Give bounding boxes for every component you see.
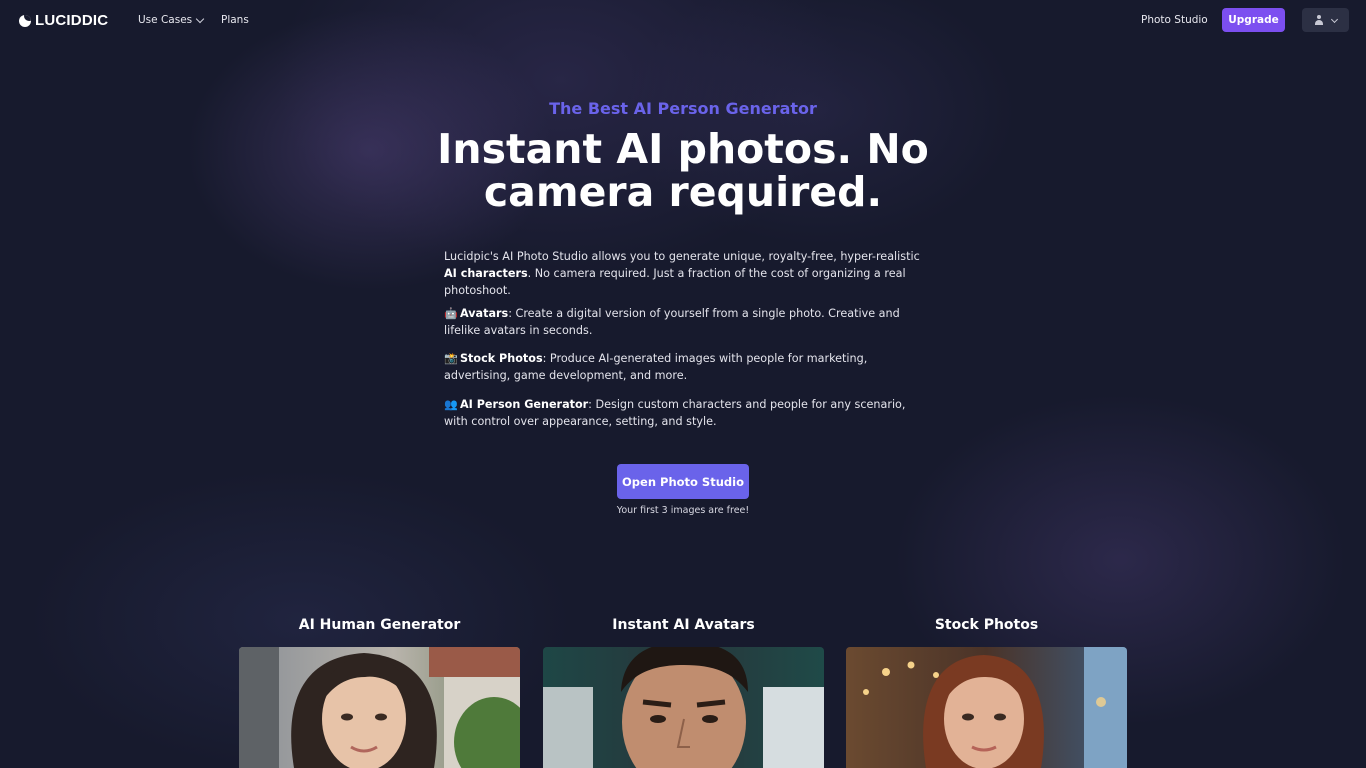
card-image-instant-ai-avatars[interactable] bbox=[543, 647, 824, 768]
hero-eyebrow: The Best AI Person Generator bbox=[549, 99, 817, 118]
chevron-down-icon bbox=[1330, 15, 1339, 23]
top-navbar: LUCIDDIC Use Cases Plans Photo Studio Up… bbox=[0, 0, 1366, 40]
nav-photo-studio-label: Photo Studio bbox=[1141, 14, 1208, 26]
card-image-stock-photos[interactable] bbox=[846, 647, 1127, 768]
portrait-man-image bbox=[543, 647, 824, 768]
hero-headline: Instant AI photos. No camera required. bbox=[437, 125, 929, 216]
feature-text: : Create a digital version of yourself f… bbox=[444, 307, 900, 337]
feature-ai-person-generator: 👥 AI Person Generator: Design custom char… bbox=[444, 396, 924, 430]
logo-moon-icon bbox=[19, 14, 31, 27]
chevron-down-icon bbox=[195, 14, 205, 23]
card-image-ai-human-generator[interactable] bbox=[239, 647, 520, 768]
logo[interactable]: LUCIDDIC bbox=[19, 12, 108, 29]
logo-text: LUCIDDIC bbox=[35, 12, 109, 29]
feature-title: Avatars bbox=[460, 307, 509, 320]
cta-label: Open Photo Studio bbox=[622, 474, 744, 489]
nav-use-cases-dropdown[interactable]: Use Cases bbox=[138, 14, 205, 26]
nav-plans-link[interactable]: Plans bbox=[221, 14, 249, 26]
feature-title: Stock Photos bbox=[460, 352, 543, 365]
user-icon bbox=[1314, 15, 1324, 25]
people-icon: 👥 bbox=[444, 398, 458, 411]
upgrade-button[interactable]: Upgrade bbox=[1222, 8, 1285, 32]
hero-intro: Lucidpic's AI Photo Studio allows you to… bbox=[444, 248, 924, 299]
intro-bold: AI characters bbox=[444, 267, 528, 280]
open-photo-studio-button[interactable]: Open Photo Studio bbox=[617, 464, 749, 499]
nav-photo-studio-link[interactable]: Photo Studio bbox=[1141, 14, 1208, 26]
portrait-woman-street-image bbox=[846, 647, 1127, 768]
feature-title: AI Person Generator bbox=[460, 398, 589, 411]
upgrade-label: Upgrade bbox=[1228, 14, 1279, 26]
feature-stock-photos: 📸 Stock Photos: Produce AI-generated imag… bbox=[444, 350, 924, 384]
camera-icon: 📸 bbox=[444, 352, 458, 365]
robot-icon: 🤖 bbox=[444, 307, 458, 320]
user-menu-button[interactable] bbox=[1302, 8, 1349, 32]
cta-note: Your first 3 images are free! bbox=[616, 505, 750, 516]
card-title-stock-photos: Stock Photos bbox=[934, 617, 1039, 633]
card-title-ai-human-generator: AI Human Generator bbox=[298, 617, 461, 633]
intro-text-a: Lucidpic's AI Photo Studio allows you to… bbox=[444, 250, 920, 263]
nav-use-cases-label: Use Cases bbox=[138, 14, 193, 26]
portrait-woman-image bbox=[239, 647, 520, 768]
card-title-instant-ai-avatars: Instant AI Avatars bbox=[612, 617, 755, 633]
feature-avatars: 🤖 Avatars: Create a digital version of yo… bbox=[444, 305, 924, 339]
nav-plans-label: Plans bbox=[221, 14, 249, 26]
